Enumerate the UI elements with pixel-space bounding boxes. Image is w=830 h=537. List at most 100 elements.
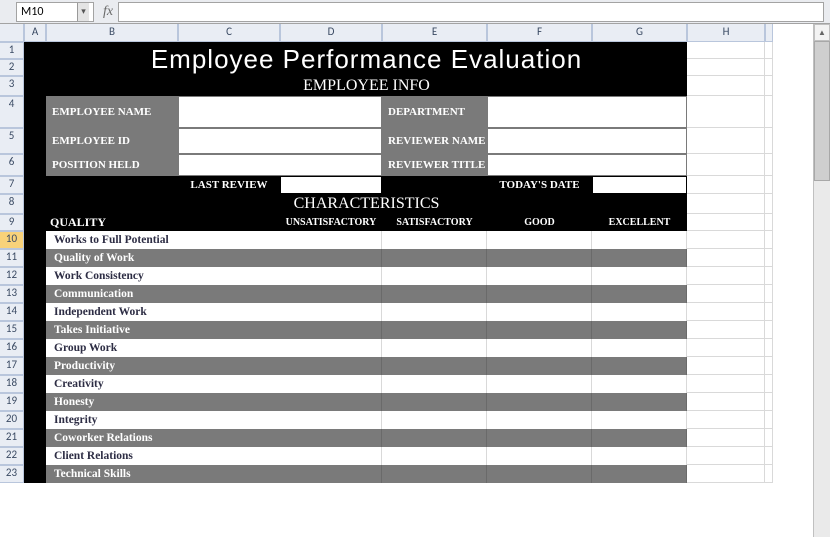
row-header-16[interactable]: 16 xyxy=(0,339,24,357)
rating-cell[interactable] xyxy=(382,303,487,321)
rating-cell[interactable] xyxy=(382,231,487,249)
rating-cell[interactable] xyxy=(280,303,382,321)
formula-input[interactable] xyxy=(118,2,824,22)
row-header-14[interactable]: 14 xyxy=(0,303,24,321)
quality-row: Works to Full Potential xyxy=(46,231,280,249)
rating-cell[interactable] xyxy=(280,429,382,447)
rating-cell[interactable] xyxy=(592,411,687,429)
rating-cell[interactable] xyxy=(487,375,592,393)
rating-cell[interactable] xyxy=(592,285,687,303)
row-header-6[interactable]: 6 xyxy=(0,154,24,176)
name-box-dropdown[interactable]: ▾ xyxy=(77,3,89,21)
row-header-13[interactable]: 13 xyxy=(0,285,24,303)
row-header-2[interactable]: 2 xyxy=(0,59,24,76)
rating-cell[interactable] xyxy=(487,231,592,249)
rating-cell[interactable] xyxy=(280,393,382,411)
col-header-A[interactable]: A xyxy=(24,24,46,42)
rating-cell[interactable] xyxy=(487,357,592,375)
rating-cell[interactable] xyxy=(280,411,382,429)
rating-cell[interactable] xyxy=(382,267,487,285)
rating-cell[interactable] xyxy=(592,249,687,267)
rating-cell[interactable] xyxy=(592,303,687,321)
rating-cell[interactable] xyxy=(382,429,487,447)
rating-cell[interactable] xyxy=(487,267,592,285)
row-header-20[interactable]: 20 xyxy=(0,411,24,429)
row-header-5[interactable]: 5 xyxy=(0,128,24,154)
rating-cell[interactable] xyxy=(592,339,687,357)
rating-cell[interactable] xyxy=(487,285,592,303)
rating-cell[interactable] xyxy=(382,465,487,483)
rating-cell[interactable] xyxy=(382,357,487,375)
col-header-F[interactable]: F xyxy=(487,24,592,42)
rating-cell[interactable] xyxy=(280,267,382,285)
rating-cell[interactable] xyxy=(592,321,687,339)
rating-cell[interactable] xyxy=(382,393,487,411)
rating-cell[interactable] xyxy=(592,465,687,483)
rating-cell[interactable] xyxy=(382,321,487,339)
rating-cell[interactable] xyxy=(487,411,592,429)
rating-cell[interactable] xyxy=(382,339,487,357)
vertical-scrollbar[interactable]: ▲ xyxy=(813,24,830,537)
row-header-22[interactable]: 22 xyxy=(0,447,24,465)
rating-cell[interactable] xyxy=(280,357,382,375)
row-header-15[interactable]: 15 xyxy=(0,321,24,339)
row-header-10[interactable]: 10 xyxy=(0,231,24,249)
col-header-H[interactable]: H xyxy=(687,24,765,42)
name-box[interactable]: M10 ▾ xyxy=(16,2,94,22)
col-header-C[interactable]: C xyxy=(178,24,280,42)
row-header-21[interactable]: 21 xyxy=(0,429,24,447)
rating-cell[interactable] xyxy=(280,285,382,303)
row-header-3[interactable]: 3 xyxy=(0,76,24,96)
rating-cell[interactable] xyxy=(592,357,687,375)
row-header-1[interactable]: 1 xyxy=(0,42,24,59)
row-header-19[interactable]: 19 xyxy=(0,393,24,411)
section-characteristics: CHARACTERISTICS xyxy=(46,194,687,214)
rating-cell[interactable] xyxy=(487,465,592,483)
rating-cell[interactable] xyxy=(592,393,687,411)
rating-cell[interactable] xyxy=(382,249,487,267)
rating-cell[interactable] xyxy=(487,447,592,465)
col-header-D[interactable]: D xyxy=(280,24,382,42)
rating-cell[interactable] xyxy=(487,303,592,321)
rating-cell[interactable] xyxy=(382,285,487,303)
rating-cell[interactable] xyxy=(592,267,687,285)
rating-cell[interactable] xyxy=(382,411,487,429)
fx-icon[interactable]: fx xyxy=(98,4,118,20)
row-header-8[interactable]: 8 xyxy=(0,194,24,214)
rating-cell[interactable] xyxy=(280,249,382,267)
rating-cell[interactable] xyxy=(592,231,687,249)
rating-cell[interactable] xyxy=(592,429,687,447)
col-header-G[interactable]: G xyxy=(592,24,687,42)
row-header-9[interactable]: 9 xyxy=(0,214,24,231)
row-header-4[interactable]: 4 xyxy=(0,96,24,128)
rating-cell[interactable] xyxy=(280,231,382,249)
col-header-E[interactable]: E xyxy=(382,24,487,42)
rating-cell[interactable] xyxy=(280,447,382,465)
rating-cell[interactable] xyxy=(280,375,382,393)
row-header-17[interactable]: 17 xyxy=(0,357,24,375)
spreadsheet-grid[interactable]: ABCDEFGH1Employee Performance Evaluation… xyxy=(0,24,830,483)
row-header-18[interactable]: 18 xyxy=(0,375,24,393)
info-label: REVIEWER NAME xyxy=(382,128,487,154)
rating-cell[interactable] xyxy=(280,339,382,357)
scroll-thumb[interactable] xyxy=(814,41,830,181)
col-header-B[interactable]: B xyxy=(46,24,178,42)
rating-cell[interactable] xyxy=(487,321,592,339)
rating-cell[interactable] xyxy=(487,249,592,267)
rating-cell[interactable] xyxy=(280,321,382,339)
scroll-up-button[interactable]: ▲ xyxy=(814,24,830,41)
row-header-23[interactable]: 23 xyxy=(0,465,24,483)
rating-cell[interactable] xyxy=(592,375,687,393)
rating-cell[interactable] xyxy=(487,393,592,411)
row-header-11[interactable]: 11 xyxy=(0,249,24,267)
rating-cell[interactable] xyxy=(382,447,487,465)
rating-cell[interactable] xyxy=(280,465,382,483)
row-header-7[interactable]: 7 xyxy=(0,176,24,194)
rating-cell[interactable] xyxy=(592,447,687,465)
rating-cell[interactable] xyxy=(487,339,592,357)
info-label: EMPLOYEE NAME xyxy=(46,96,178,128)
rating-cell[interactable] xyxy=(382,375,487,393)
col-rating: GOOD xyxy=(487,214,592,231)
row-header-12[interactable]: 12 xyxy=(0,267,24,285)
rating-cell[interactable] xyxy=(487,429,592,447)
